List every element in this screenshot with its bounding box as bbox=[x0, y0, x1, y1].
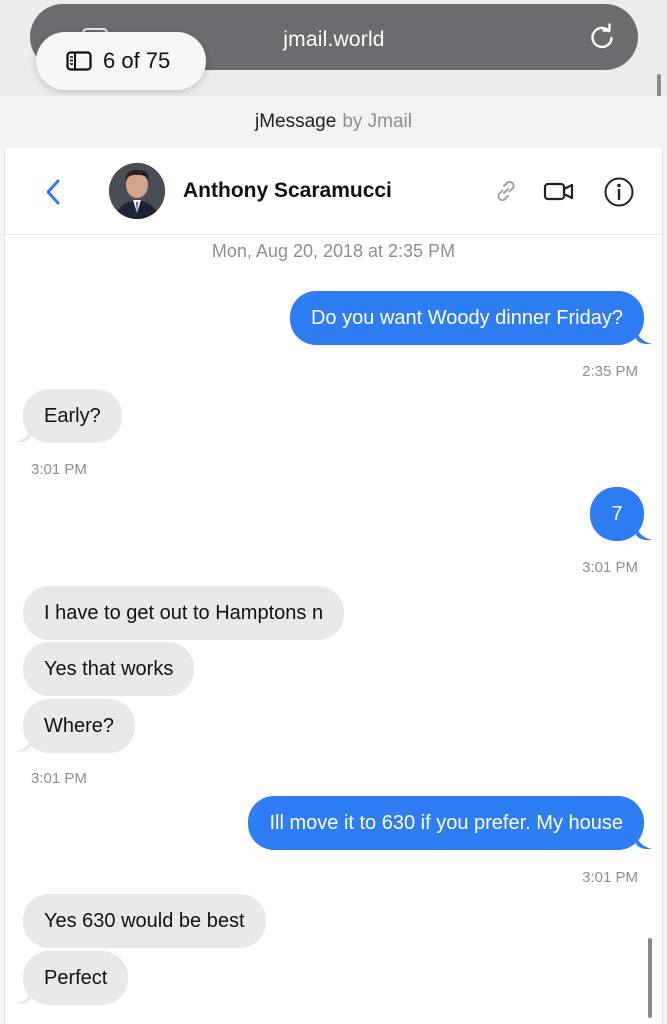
app-brand-bar: jMessage by Jmail bbox=[0, 96, 667, 148]
bubble-tail bbox=[15, 991, 31, 1005]
message-timestamp: 3:01 PM bbox=[582, 559, 638, 576]
app-by-label: by Jmail bbox=[342, 111, 412, 132]
scrollbar[interactable] bbox=[648, 938, 652, 1018]
message-timestamp: 3:01 PM bbox=[582, 869, 638, 886]
chat-header: Anthony Scaramucci bbox=[5, 148, 662, 235]
bubble-tail bbox=[636, 527, 652, 541]
browser-toolbar: jmail.world 6 of 75 bbox=[0, 0, 667, 134]
contact-name: Anthony Scaramucci bbox=[183, 179, 392, 202]
conversation-date-header: Mon, Aug 20, 2018 at 2:35 PM bbox=[211, 241, 456, 261]
message-bubble-incoming[interactable]: Where? bbox=[23, 699, 136, 753]
message-bubble-incoming[interactable]: I have to get out to Hamptons n bbox=[23, 586, 345, 640]
tab-switcher-button[interactable]: 6 of 75 bbox=[36, 32, 206, 90]
bubble-tail bbox=[636, 836, 652, 850]
message-bubble-incoming[interactable]: Early? bbox=[23, 389, 122, 443]
bubble-tail bbox=[15, 429, 31, 443]
message-timestamp: 2:35 PM bbox=[582, 363, 638, 380]
tab-count-label: 6 of 75 bbox=[103, 48, 171, 73]
bubble-tail bbox=[636, 331, 652, 345]
message-bubble-incoming[interactable]: Yes 630 would be best bbox=[23, 894, 266, 948]
chevron-left-icon[interactable] bbox=[43, 178, 63, 206]
message-timestamp: 3:01 PM bbox=[31, 461, 87, 478]
video-camera-icon[interactable] bbox=[543, 176, 575, 206]
message-timestamp: 3:01 PM bbox=[31, 770, 87, 787]
tabs-icon bbox=[66, 51, 92, 71]
message-bubble-outgoing[interactable]: Ill move it to 630 if you prefer. My hou… bbox=[248, 796, 644, 850]
app-brand: jMessage bbox=[254, 111, 337, 132]
info-icon[interactable] bbox=[603, 176, 635, 208]
message-bubble-incoming[interactable]: Perfect bbox=[23, 951, 129, 1005]
message-bubble-incoming[interactable]: Yes that works bbox=[23, 642, 195, 696]
avatar[interactable] bbox=[109, 163, 165, 219]
link-icon[interactable] bbox=[491, 176, 521, 206]
chat-window: Anthony Scaramucci Mon, Aug 20, 2018 at … bbox=[4, 148, 663, 1024]
message-bubble-outgoing[interactable]: Do you want Woody dinner Friday? bbox=[289, 291, 644, 345]
reload-icon[interactable] bbox=[588, 23, 616, 51]
bubble-tail bbox=[15, 739, 31, 753]
